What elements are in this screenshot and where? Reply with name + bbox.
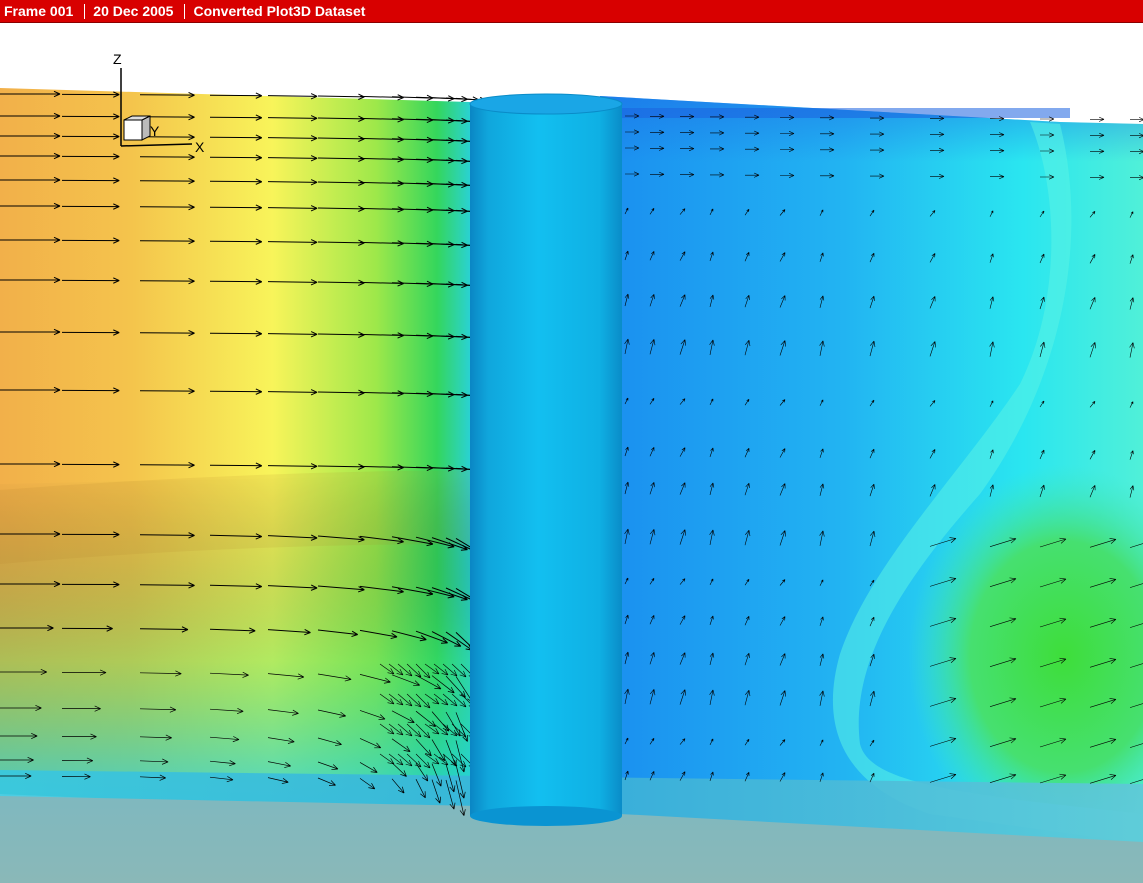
frame-number-label: Frame 001 [4, 2, 74, 19]
z-axis-label: Z [113, 51, 122, 67]
3d-plot-viewport[interactable]: Z Y X [0, 24, 1143, 883]
y-axis-label: Y [150, 123, 160, 139]
cylinder[interactable] [469, 93, 623, 826]
cylinder-top-cap [469, 93, 623, 115]
header-divider [184, 3, 186, 19]
frame-date-label: 20 Dec 2005 [93, 2, 174, 19]
cylinder-body [470, 104, 622, 816]
header-divider [84, 3, 86, 19]
cylinder-bottom-cap [470, 806, 622, 826]
dataset-title-label: Converted Plot3D Dataset [193, 2, 366, 19]
x-axis-label: X [195, 139, 205, 155]
plot-canvas[interactable]: Z Y X [0, 24, 1143, 883]
plot-frame[interactable]: Frame 001 20 Dec 2005 Converted Plot3D D… [0, 0, 1143, 883]
frame-header-bar: Frame 001 20 Dec 2005 Converted Plot3D D… [0, 0, 1143, 23]
axis-origin-box [123, 119, 143, 141]
